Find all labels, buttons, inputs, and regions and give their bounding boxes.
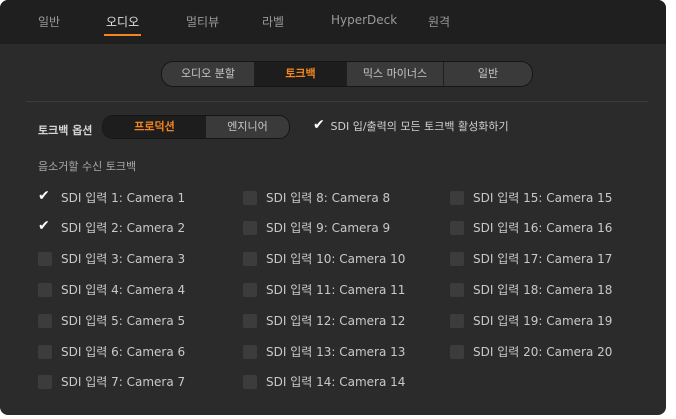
sdi-input-1-checkbox[interactable]: SDI 입력 1: Camera 1: [38, 188, 186, 206]
tab-general[interactable]: 일반: [38, 13, 60, 30]
sdi-input-19-checkbox[interactable]: SDI 입력 19: Camera 19: [450, 313, 612, 329]
sdi-input-label: SDI 입력 10: Camera 10: [266, 252, 406, 266]
talkback-options-label: 토크백 옵션: [38, 124, 93, 137]
sdi-input-label: SDI 입력 19: Camera 19: [473, 314, 613, 328]
tab-remote[interactable]: 원격: [428, 13, 450, 30]
sdi-input-label: SDI 입력 8: Camera 8: [266, 191, 391, 205]
checkbox-box[interactable]: [450, 190, 464, 205]
checkbox-box[interactable]: [38, 251, 52, 266]
checkbox-box[interactable]: [243, 374, 257, 389]
sdi-input-12-checkbox[interactable]: SDI 입력 12: Camera 12: [243, 313, 405, 329]
tab-hyperdeck[interactable]: HyperDeck: [331, 13, 397, 27]
sdi-input-9-checkbox[interactable]: SDI 입력 9: Camera 9: [243, 220, 390, 236]
sdi-input-label: SDI 입력 12: Camera 12: [266, 314, 406, 328]
checkbox-box[interactable]: [450, 282, 464, 297]
sdi-input-10-checkbox[interactable]: SDI 입력 10: Camera 10: [243, 251, 405, 267]
sdi-input-label: SDI 입력 6: Camera 6: [61, 345, 186, 359]
checkmark-icon[interactable]: [313, 117, 327, 134]
checkbox-box[interactable]: [243, 313, 257, 328]
checkbox-box[interactable]: [450, 313, 464, 328]
sdi-input-label: SDI 입력 20: Camera 20: [473, 345, 613, 359]
subtab-general[interactable]: 일반: [444, 62, 532, 86]
checkmark-icon[interactable]: [38, 188, 52, 205]
sdi-input-label: SDI 입력 15: Camera 15: [473, 191, 613, 205]
sdi-input-3-checkbox[interactable]: SDI 입력 3: Camera 3: [38, 251, 185, 267]
sdi-input-label: SDI 입력 1: Camera 1: [61, 191, 186, 205]
tab-labels[interactable]: 라벨: [262, 13, 284, 30]
checkbox-box[interactable]: [243, 251, 257, 266]
checkmark-icon[interactable]: [38, 218, 52, 235]
checkbox-box[interactable]: [38, 313, 52, 328]
checkbox-box[interactable]: [38, 282, 52, 297]
checkbox-box[interactable]: [450, 251, 464, 266]
sdi-input-label: SDI 입력 2: Camera 2: [61, 221, 186, 235]
sdi-input-18-checkbox[interactable]: SDI 입력 18: Camera 18: [450, 282, 612, 298]
sdi-input-6-checkbox[interactable]: SDI 입력 6: Camera 6: [38, 344, 185, 360]
segment-engineer[interactable]: 엔지니어: [206, 116, 289, 138]
sdi-input-label: SDI 입력 18: Camera 18: [473, 283, 613, 297]
sdi-input-13-checkbox[interactable]: SDI 입력 13: Camera 13: [243, 344, 405, 360]
divider: [26, 101, 648, 102]
sdi-input-label: SDI 입력 13: Camera 13: [266, 345, 406, 359]
talkback-mode-segment: 프로덕션 엔지니어: [102, 115, 290, 139]
sdi-input-5-checkbox[interactable]: SDI 입력 5: Camera 5: [38, 313, 185, 329]
subtab-audio-split[interactable]: 오디오 분할: [162, 62, 255, 86]
sdi-input-label: SDI 입력 7: Camera 7: [61, 375, 186, 389]
segment-production[interactable]: 프로덕션: [103, 116, 206, 138]
sdi-input-label: SDI 입력 9: Camera 9: [266, 221, 391, 235]
sdi-all-talkback-label: SDI 입/출력의 모든 토크백 활성화하기: [330, 120, 509, 133]
checkbox-box[interactable]: [450, 220, 464, 235]
settings-window: 일반 오디오 멀티뷰 라벨 HyperDeck 원격 오디오 분할 토크백 믹스…: [0, 0, 666, 415]
sdi-input-14-checkbox[interactable]: SDI 입력 14: Camera 14: [243, 374, 405, 390]
sdi-input-11-checkbox[interactable]: SDI 입력 11: Camera 11: [243, 282, 405, 298]
sdi-input-label: SDI 입력 14: Camera 14: [266, 375, 406, 389]
sdi-input-label: SDI 입력 17: Camera 17: [473, 252, 613, 266]
sdi-input-15-checkbox[interactable]: SDI 입력 15: Camera 15: [450, 190, 612, 206]
sdi-input-16-checkbox[interactable]: SDI 입력 16: Camera 16: [450, 220, 612, 236]
subtab-talkback[interactable]: 토크백: [255, 62, 347, 86]
top-nav: 일반 오디오 멀티뷰 라벨 HyperDeck 원격: [0, 0, 666, 44]
audio-subtabs: 오디오 분할 토크백 믹스 마이너스 일반: [161, 61, 533, 87]
checkbox-box[interactable]: [243, 220, 257, 235]
sdi-input-17-checkbox[interactable]: SDI 입력 17: Camera 17: [450, 251, 612, 267]
sdi-input-label: SDI 입력 5: Camera 5: [61, 314, 186, 328]
sdi-input-4-checkbox[interactable]: SDI 입력 4: Camera 4: [38, 282, 185, 298]
checkbox-box[interactable]: [243, 190, 257, 205]
checkbox-box[interactable]: [243, 282, 257, 297]
sdi-input-label: SDI 입력 16: Camera 16: [473, 221, 613, 235]
sdi-input-label: SDI 입력 3: Camera 3: [61, 252, 186, 266]
checkbox-box[interactable]: [243, 344, 257, 359]
checkbox-box[interactable]: [38, 374, 52, 389]
checkbox-box[interactable]: [450, 344, 464, 359]
sdi-input-2-checkbox[interactable]: SDI 입력 2: Camera 2: [38, 218, 186, 236]
tab-audio[interactable]: 오디오: [103, 13, 142, 36]
mute-section-label: 음소거할 수신 토크백: [38, 160, 137, 173]
sdi-input-20-checkbox[interactable]: SDI 입력 20: Camera 20: [450, 344, 612, 360]
sdi-input-7-checkbox[interactable]: SDI 입력 7: Camera 7: [38, 374, 185, 390]
tab-multiview[interactable]: 멀티뷰: [186, 13, 219, 30]
sdi-input-8-checkbox[interactable]: SDI 입력 8: Camera 8: [243, 190, 390, 206]
checkbox-box[interactable]: [38, 344, 52, 359]
sdi-all-talkback-toggle[interactable]: SDI 입/출력의 모든 토크백 활성화하기: [313, 117, 509, 134]
subtab-mix-minus[interactable]: 믹스 마이너스: [347, 62, 444, 86]
sdi-input-label: SDI 입력 11: Camera 11: [266, 283, 406, 297]
sdi-input-label: SDI 입력 4: Camera 4: [61, 283, 186, 297]
